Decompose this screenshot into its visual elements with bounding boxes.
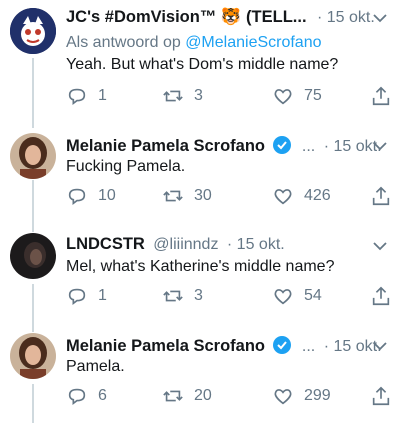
tweet[interactable]: Melanie Pamela Scrofano ... · 15 okt. Pa… [0,328,400,423]
tweet[interactable]: Melanie Pamela Scrofano ... · 15 okt. Fu… [0,128,400,228]
user-handle[interactable]: @liiinndz [153,236,218,253]
name-overflow: ... [301,138,316,155]
like-button[interactable]: 54 [272,284,322,308]
reply-icon [68,188,86,205]
tweet[interactable]: JC's #DomVision™ 🐯 (TELL... · 15 okt. Al… [0,0,400,122]
chevron-down-icon[interactable] [372,338,388,354]
reply-count: 6 [98,387,107,404]
share-button[interactable] [370,284,392,308]
separator-dot: · [323,138,330,155]
tweet-actions: 6 20 299 [66,384,400,408]
like-count: 75 [304,87,322,104]
retweet-count: 3 [194,87,203,104]
separator-dot: · [316,9,323,26]
retweet-icon [163,390,183,402]
like-count: 426 [304,187,331,204]
display-name[interactable]: LNDCSTR [66,235,145,253]
avatar[interactable] [10,8,56,54]
verified-badge-icon [273,136,292,154]
display-name[interactable]: Melanie Pamela Scrofano [66,337,265,355]
reply-icon [68,288,86,305]
retweet-button[interactable]: 30 [162,184,212,208]
heart-icon [274,289,292,305]
like-count: 54 [304,287,322,304]
separator-dot: · [226,236,233,253]
reply-count: 1 [98,87,107,104]
retweet-button[interactable]: 3 [162,84,203,108]
reply-button[interactable]: 1 [66,84,107,108]
share-icon [372,86,390,106]
share-button[interactable] [370,384,392,408]
share-button[interactable] [370,184,392,208]
avatar[interactable] [10,333,56,379]
retweet-count: 3 [194,287,203,304]
retweet-button[interactable]: 20 [162,384,212,408]
reply-button[interactable]: 6 [66,384,107,408]
chevron-down-icon[interactable] [372,138,388,154]
share-icon [372,186,390,206]
tweet-text: Yeah. But what's Dom's middle name? [66,56,339,73]
reply-button[interactable]: 1 [66,284,107,308]
retweet-icon [163,290,183,302]
heart-icon [274,389,292,405]
reply-prefix: Als antwoord op [66,34,181,51]
retweet-icon [163,90,183,102]
reply-count: 1 [98,287,107,304]
verified-badge-icon [273,336,292,354]
name-overflow: ... [301,338,316,355]
chevron-down-icon[interactable] [372,10,388,26]
tweet[interactable]: LNDCSTR @liiinndz · 15 okt. Mel, what's … [0,228,400,328]
display-name[interactable]: JC's #DomVision™ 🐯 (TELL... [66,8,307,26]
retweet-count: 20 [194,387,212,404]
share-icon [372,286,390,306]
separator-dot: · [323,338,330,355]
like-button[interactable]: 299 [272,384,331,408]
reply-icon [68,388,86,405]
avatar[interactable] [10,133,56,179]
tweet-text: Pamela. [66,358,125,375]
timestamp[interactable]: 15 okt. [237,236,285,253]
like-count: 299 [304,387,331,404]
tweet-text: Fucking Pamela. [66,158,186,175]
tweet-actions: 10 30 426 [66,184,400,208]
reply-count: 10 [98,187,116,204]
retweet-button[interactable]: 3 [162,284,203,308]
heart-icon [274,89,292,105]
share-icon [372,386,390,406]
tweet-actions: 1 3 54 [66,284,400,308]
timestamp[interactable]: 15 okt. [327,9,375,26]
avatar[interactable] [10,233,56,279]
reply-icon [68,88,86,105]
reply-button[interactable]: 10 [66,184,116,208]
retweet-icon [163,190,183,202]
like-button[interactable]: 426 [272,184,331,208]
reply-context: Als antwoord op @MelanieScrofano [66,34,322,52]
share-button[interactable] [370,84,392,108]
display-name[interactable]: Melanie Pamela Scrofano [66,137,265,155]
retweet-count: 30 [194,187,212,204]
like-button[interactable]: 75 [272,84,322,108]
tweet-text: Mel, what's Katherine's middle name? [66,258,335,275]
chevron-down-icon[interactable] [372,238,388,254]
reply-handle-link[interactable]: @MelanieScrofano [185,34,321,51]
heart-icon [274,189,292,205]
tweet-actions: 1 3 75 [66,84,400,108]
